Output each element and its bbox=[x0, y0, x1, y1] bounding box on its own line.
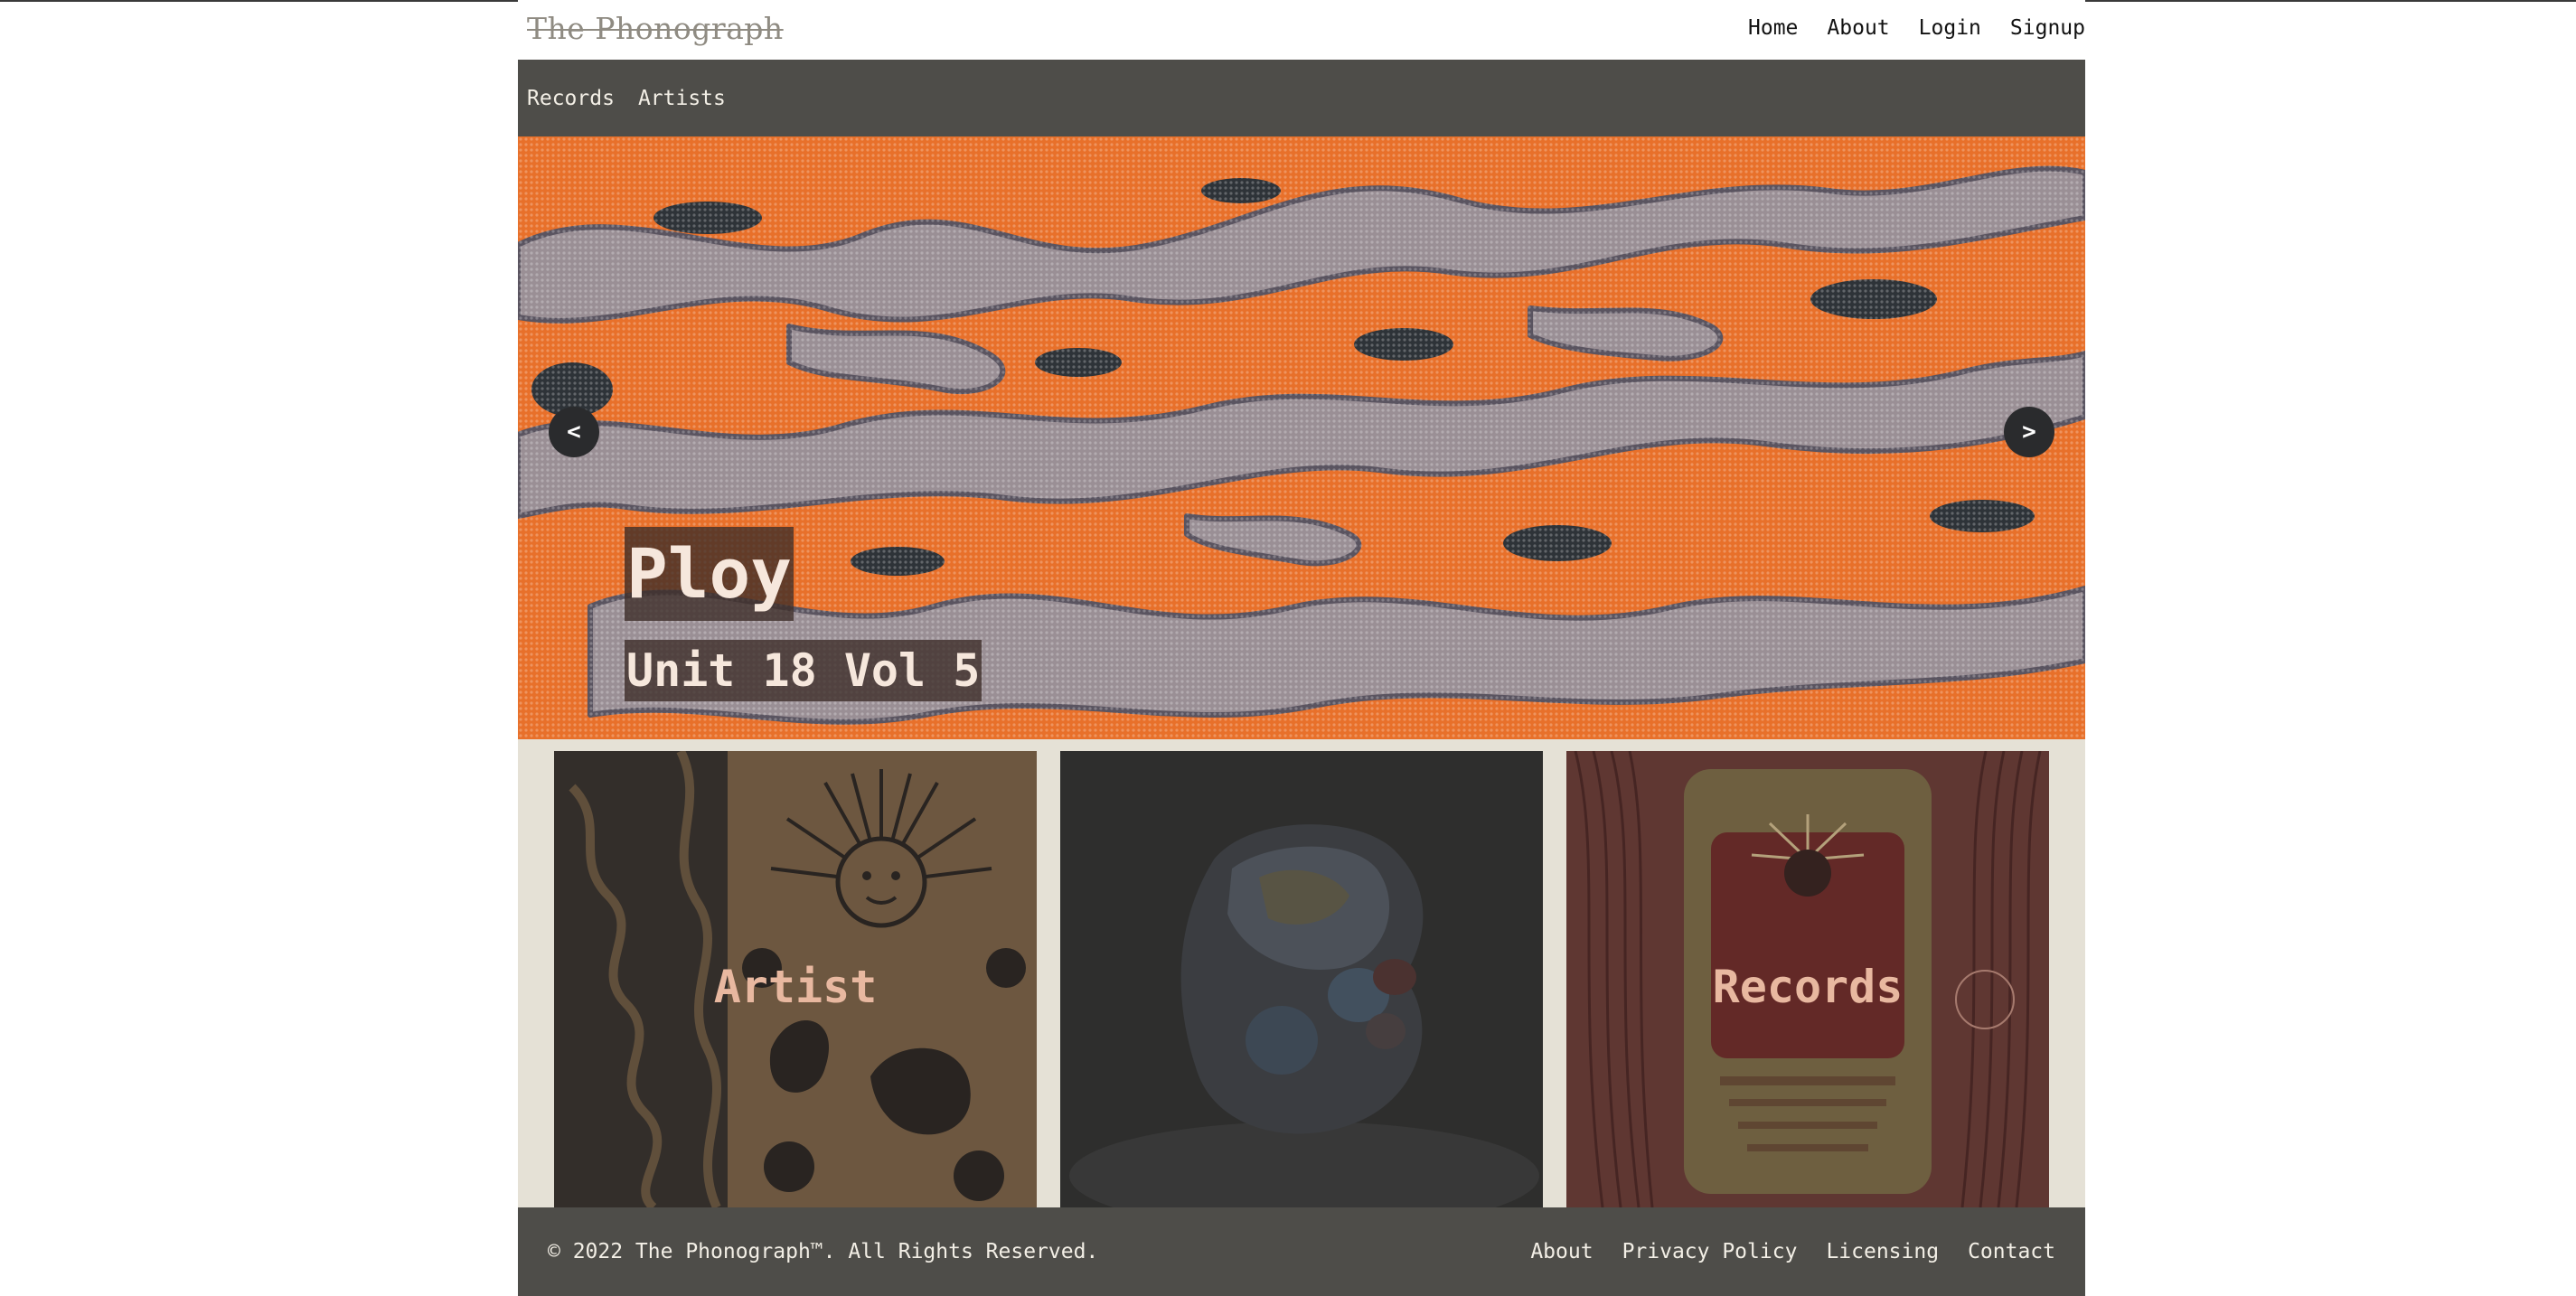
carousel-prev-button[interactable]: < bbox=[549, 407, 599, 457]
nav-about-link[interactable]: About bbox=[1827, 16, 1889, 40]
footer-licensing-link[interactable]: Licensing bbox=[1826, 1240, 1939, 1263]
featured-card[interactable] bbox=[1060, 751, 1543, 1207]
nav-login-link[interactable]: Login bbox=[1919, 16, 1981, 40]
carousel-next-button[interactable]: > bbox=[2004, 407, 2054, 457]
copyright-text: © 2022 The Phonograph™. All Rights Reser… bbox=[548, 1240, 1099, 1263]
featured-card-art bbox=[1060, 751, 1543, 1207]
hero-record-title[interactable]: Unit 18 Vol 5 bbox=[625, 640, 982, 701]
footer-nav: About Privacy Policy Licensing Contact bbox=[1530, 1240, 2055, 1263]
category-records-link[interactable]: Records bbox=[527, 87, 615, 110]
category-nav: Records Artists bbox=[518, 60, 2085, 136]
hero-carousel: < > Ploy Unit 18 Vol 5 bbox=[518, 136, 2085, 739]
records-card[interactable]: Records bbox=[1566, 751, 2049, 1207]
brand-logo[interactable]: The Phonograph bbox=[527, 11, 784, 46]
nav-home-link[interactable]: Home bbox=[1748, 16, 1798, 40]
records-card-label: Records bbox=[1712, 961, 1904, 1013]
footer-contact-link[interactable]: Contact bbox=[1968, 1240, 2055, 1263]
footer-about-link[interactable]: About bbox=[1530, 1240, 1593, 1263]
feature-cards: Artist Records bbox=[518, 739, 2085, 1207]
nav-signup-link[interactable]: Signup bbox=[2010, 16, 2085, 40]
artist-card-label: Artist bbox=[713, 961, 878, 1013]
artist-card[interactable]: Artist bbox=[554, 751, 1037, 1207]
category-artists-link[interactable]: Artists bbox=[638, 87, 726, 110]
top-nav: Home About Login Signup bbox=[1748, 16, 2085, 40]
site-header: The Phonograph Home About Login Signup bbox=[518, 0, 2085, 60]
site-footer: © 2022 The Phonograph™. All Rights Reser… bbox=[518, 1207, 2085, 1296]
footer-privacy-link[interactable]: Privacy Policy bbox=[1622, 1240, 1798, 1263]
page: The Phonograph Home About Login Signup R… bbox=[518, 0, 2085, 1296]
hero-artist-title[interactable]: Ploy bbox=[625, 527, 794, 621]
